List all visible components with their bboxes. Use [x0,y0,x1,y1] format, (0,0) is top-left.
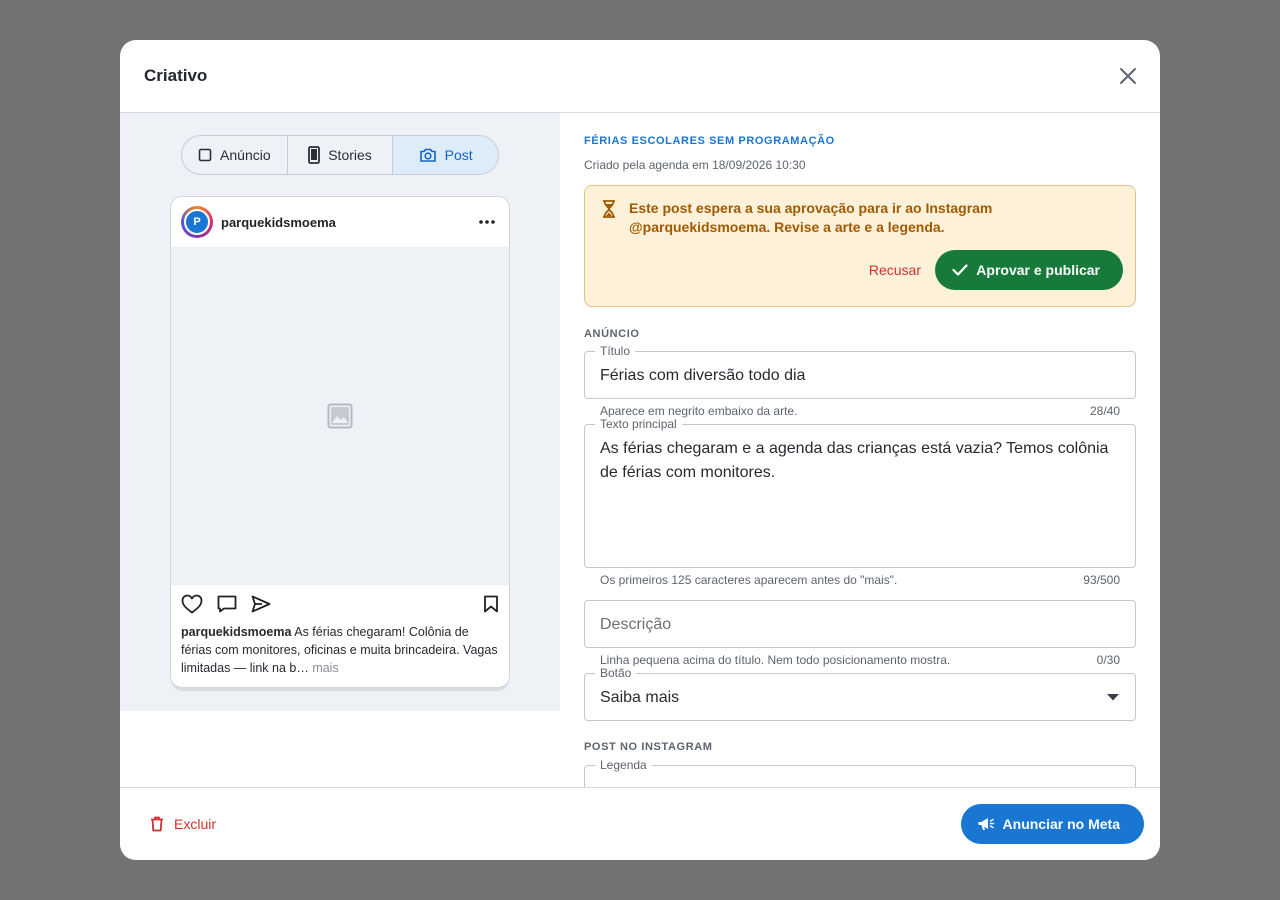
tab-label: Stories [328,147,372,163]
tab-stories[interactable]: Stories [288,136,394,174]
close-button[interactable] [1112,60,1144,92]
comment-icon[interactable] [217,595,237,613]
more-options-button[interactable] [475,220,499,224]
delete-button[interactable]: Excluir [150,816,216,832]
hourglass-icon [603,200,615,218]
ad-section-label: ANÚNCIO [584,328,640,340]
caret-down-icon [1107,694,1119,701]
tab-anuncio[interactable]: Anúncio [182,136,288,174]
post-caption: parquekidsmoema As férias chegaram! Colô… [171,623,509,677]
dialog-title: Criativo [144,66,208,85]
post-header: P parquekidsmoema [171,197,509,247]
tab-label: Anúncio [220,147,271,163]
reject-button[interactable]: Recusar [869,262,921,278]
megaphone-icon [978,818,994,830]
avatar-letter: P [184,209,210,235]
more-horizontal-icon [479,220,495,224]
approve-label: Aprovar e publicar [976,262,1100,278]
close-icon [1120,68,1136,84]
form-pane: FÉRIAS ESCOLARES SEM PROGRAMAÇÃO Criado … [560,113,1160,787]
approval-alert: Este post espera a sua aprovação para ir… [584,185,1136,307]
campaign-name: FÉRIAS ESCOLARES SEM PROGRAMAÇÃO [584,135,835,147]
phone-icon [308,146,321,164]
share-icon[interactable] [251,595,271,613]
description-field-helper: Linha pequena acima do título. Nem todo … [584,653,1136,667]
approval-message: Este post espera a sua aprovação para ir… [629,200,993,235]
publish-meta-button[interactable]: Anunciar no Meta [960,804,1144,844]
main-text-field[interactable]: Texto principal As férias chegaram e a a… [584,417,1136,568]
post-media-placeholder [171,247,509,585]
description-placeholder: Descrição [600,616,672,633]
char-count: 28/40 [1089,404,1120,418]
title-field-value: Férias com diversão todo dia [600,367,806,384]
camera-icon [419,148,436,162]
approve-publish-button[interactable]: Aprovar e publicar [935,250,1123,290]
tab-post[interactable]: Post [393,136,498,174]
instagram-post-preview: P parquekidsmoema parquekidsmoema As fér… [170,196,510,688]
preview-tabs: Anúncio Stories Post [181,135,499,175]
avatar: P [181,206,213,238]
title-field-label: Título [595,344,636,358]
creative-dialog: Criativo Anúncio Stories Post P parqueki… [120,40,1160,860]
main-text-field-value: As férias chegaram e a agenda das crianç… [600,440,1109,481]
button-select[interactable]: Botão Saiba mais [584,666,1136,721]
post-actions [171,585,509,623]
preview-pane: Anúncio Stories Post P parquekidsmoema p… [120,113,560,711]
post-username: parquekidsmoema [221,214,336,230]
check-icon [952,264,968,276]
caption-more-link[interactable]: mais [312,661,338,675]
helper-text: Aparece em negrito embaixo da arte. [600,404,798,418]
caption-username: parquekidsmoema [181,625,292,639]
dialog-body: Anúncio Stories Post P parquekidsmoema p… [120,113,1160,787]
title-field[interactable]: Título Férias com diversão todo dia [584,344,1136,399]
char-count: 0/30 [1096,653,1120,667]
square-icon [198,148,212,162]
publish-label: Anunciar no Meta [1002,816,1120,832]
helper-text: Os primeiros 125 caracteres aparecem ant… [600,573,898,587]
caption-field[interactable]: Legenda [584,758,1136,787]
trash-icon [151,816,163,832]
button-select-value: Saiba mais [600,689,680,706]
helper-text: Linha pequena acima do título. Nem todo … [600,653,951,667]
dialog-header: Criativo [120,40,1160,113]
instagram-section-label: POST NO INSTAGRAM [584,741,713,753]
char-count: 93/500 [1083,573,1120,587]
description-field[interactable]: Descrição [584,600,1136,648]
image-placeholder-icon [327,403,353,429]
dialog-footer: Excluir Anunciar no Meta [120,787,1160,860]
tab-label: Post [444,147,473,163]
caption-field-label: Legenda [595,758,652,772]
delete-label: Excluir [174,816,217,832]
main-text-field-helper: Os primeiros 125 caracteres aparecem ant… [584,573,1136,587]
button-select-label: Botão [595,666,637,680]
title-field-helper: Aparece em negrito embaixo da arte. 28/4… [584,404,1136,418]
heart-icon[interactable] [181,594,203,614]
main-text-field-label: Texto principal [595,417,682,431]
bookmark-icon[interactable] [483,595,499,613]
created-info: Criado pela agenda em 18/09/2026 10:30 [584,158,806,172]
